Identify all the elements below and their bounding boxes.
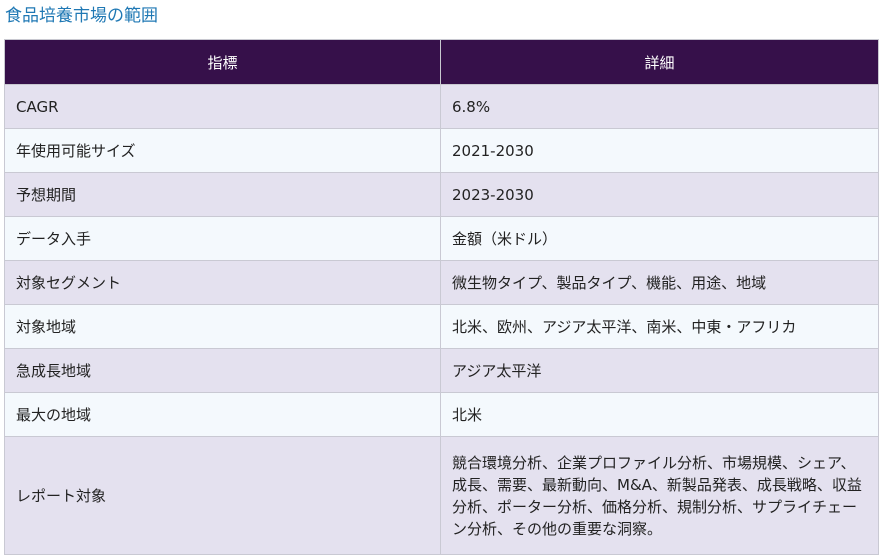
row-value-coverage: 競合環境分析、企業プロファイル分析、市場規模、シェア、成長、需要、最新動向、M&…	[440, 436, 879, 555]
row-value-data: 金額（米ドル）	[440, 216, 879, 261]
row-value-fastest: アジア太平洋	[440, 348, 879, 393]
row-label-cagr: CAGR	[4, 84, 441, 129]
table-row: 最大の地域 北米	[4, 392, 879, 437]
table-row: 対象地域 北米、欧州、アジア太平洋、南米、中東・アフリカ	[4, 304, 879, 349]
header-detail: 詳細	[440, 39, 879, 85]
row-label-data: データ入手	[4, 216, 441, 261]
header-metric: 指標	[4, 39, 441, 85]
table-row: データ入手 金額（米ドル）	[4, 216, 879, 261]
row-value-cagr: 6.8%	[440, 84, 879, 129]
table-row: 対象セグメント 微生物タイプ、製品タイプ、機能、用途、地域	[4, 260, 879, 305]
table-row: 予想期間 2023-2030	[4, 172, 879, 217]
table-row: CAGR 6.8%	[4, 84, 879, 129]
row-label-years: 年使用可能サイズ	[4, 128, 441, 173]
page-title: 食品培養市場の範囲	[5, 6, 158, 26]
row-label-forecast: 予想期間	[4, 172, 441, 217]
row-value-segments: 微生物タイプ、製品タイプ、機能、用途、地域	[440, 260, 879, 305]
row-label-regions: 対象地域	[4, 304, 441, 349]
table-row: レポート対象 競合環境分析、企業プロファイル分析、市場規模、シェア、成長、需要、…	[4, 436, 879, 555]
market-scope-table: 指標 詳細 CAGR 6.8% 年使用可能サイズ 2021-2030 予想期間 …	[4, 39, 879, 555]
row-label-coverage: レポート対象	[4, 436, 441, 555]
table-row: 年使用可能サイズ 2021-2030	[4, 128, 879, 173]
row-value-largest: 北米	[440, 392, 879, 437]
table-row: 急成長地域 アジア太平洋	[4, 348, 879, 393]
row-label-segments: 対象セグメント	[4, 260, 441, 305]
row-label-fastest: 急成長地域	[4, 348, 441, 393]
row-label-largest: 最大の地域	[4, 392, 441, 437]
row-value-regions: 北米、欧州、アジア太平洋、南米、中東・アフリカ	[440, 304, 879, 349]
row-value-years: 2021-2030	[440, 128, 879, 173]
table-header-row: 指標 詳細	[4, 39, 879, 85]
row-value-forecast: 2023-2030	[440, 172, 879, 217]
